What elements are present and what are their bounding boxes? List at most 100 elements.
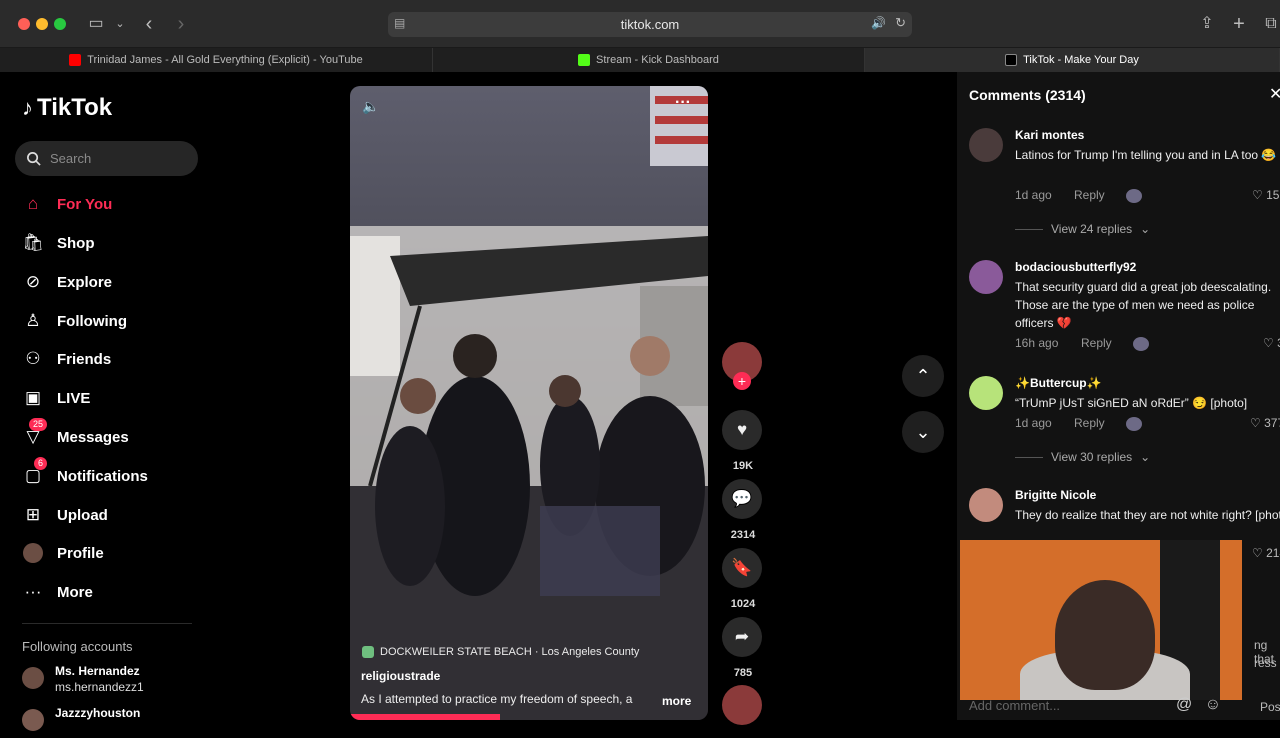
back-icon[interactable]: ‹ [138, 13, 160, 35]
comment-author[interactable]: Brigitte Nicole [1015, 488, 1096, 502]
bookmark-icon[interactable]: 🔖 [722, 548, 762, 588]
share-action[interactable]: ➦ 785 [722, 617, 764, 679]
sidebar-divider [22, 623, 192, 624]
reply-button[interactable]: Reply [1081, 336, 1112, 350]
home-icon: ⌂ [27, 194, 39, 213]
nav-live[interactable]: ▣ LIVE [22, 383, 202, 413]
description-more-button[interactable]: more [662, 694, 691, 708]
tab-youtube[interactable]: Trinidad James - All Gold Everything (Ex… [0, 48, 433, 72]
account-handle: ms.hernandezz1 [55, 680, 144, 694]
comment-author[interactable]: Kari montes [1015, 128, 1084, 142]
nav-friends[interactable]: ⚇ Friends [22, 344, 202, 374]
following-account[interactable]: Jazzzyhouston [22, 706, 192, 738]
reply-button[interactable]: Reply [1074, 416, 1105, 430]
heart-icon[interactable]: ♥ [722, 410, 762, 450]
reply-button[interactable]: Reply [1074, 188, 1105, 202]
avatar[interactable] [969, 488, 1003, 522]
comment-meta: 1d ago Reply [1015, 188, 1142, 203]
share-arrow-icon[interactable]: ➦ [722, 617, 762, 657]
avatar[interactable] [969, 376, 1003, 410]
comment-author[interactable]: bodaciousbutterfly92 [1015, 260, 1136, 274]
nav-following[interactable]: ♙ Following [22, 306, 202, 336]
comment-meta: 16h ago Reply [1015, 336, 1149, 351]
previous-video-button[interactable]: ⌃ [902, 355, 944, 397]
add-comment-input[interactable]: Add comment... [969, 698, 1060, 713]
video-frame [350, 86, 708, 720]
next-video-button[interactable]: ⌄ [902, 411, 944, 453]
more-icon: ··· [24, 582, 42, 601]
notifications-icon: ▢ 6 [22, 457, 48, 487]
tab-tiktok[interactable]: TikTok - Make Your Day [865, 48, 1280, 72]
like-count: 214 [1266, 546, 1280, 560]
emoji-icon[interactable]: ☺ [1205, 696, 1221, 713]
creator-liked-avatar [1133, 337, 1149, 351]
comment-count: 2314 [730, 529, 756, 541]
close-window-button[interactable] [18, 18, 30, 30]
messages-icon: ▽ 25 [22, 418, 48, 448]
comment-like[interactable]: ♡ 3 [1263, 336, 1280, 350]
friends-icon: ⚇ [25, 349, 41, 368]
comment-like[interactable]: ♡ 155 [1252, 188, 1280, 202]
post-button[interactable]: Pos [1260, 700, 1280, 714]
mention-icon[interactable]: @ [1176, 696, 1192, 713]
new-tab-icon[interactable]: + [1228, 13, 1250, 35]
follow-plus-icon[interactable]: + [733, 372, 751, 390]
nav-upload[interactable]: ⊞ Upload [22, 500, 202, 530]
divider-line [1015, 456, 1043, 458]
nav-explore[interactable]: ⊘ Explore [22, 267, 202, 297]
zoom-window-button[interactable] [54, 18, 66, 30]
nav-messages[interactable]: ▽ 25 Messages [22, 418, 202, 452]
location-pin-icon [362, 646, 374, 658]
nav-label: Notifications [57, 467, 148, 485]
nav-more[interactable]: ··· More [22, 577, 202, 607]
forward-icon[interactable]: › [170, 13, 192, 35]
minimize-window-button[interactable] [36, 18, 48, 30]
comments-title: Comments (2314) [969, 87, 1086, 103]
like-count: 19K [732, 460, 754, 472]
comment-action[interactable]: 💬 2314 [722, 479, 764, 541]
view-replies-button[interactable]: View 30 replies ⌄ [1015, 450, 1150, 464]
creator-avatar[interactable]: + [722, 342, 764, 390]
nav-shop[interactable]: 🛍 Shop [22, 228, 202, 258]
comment-like[interactable]: ♡ 377 [1250, 416, 1280, 430]
video-author[interactable]: religioustrade [361, 669, 440, 683]
video-location[interactable]: DOCKWEILER STATE BEACH · Los Angeles Cou… [362, 646, 639, 658]
address-bar[interactable]: ▤ tiktok.com 🔊 ↻ [388, 12, 912, 37]
avatar[interactable] [969, 128, 1003, 162]
following-accounts-title: Following accounts [22, 639, 133, 654]
nav-profile[interactable]: Profile [22, 538, 202, 568]
audio-playing-icon[interactable]: 🔊 [871, 16, 886, 30]
following-account[interactable]: Ms. Hernandez ms.hernandezz1 [22, 664, 192, 696]
webcam-overlay [960, 540, 1242, 700]
tab-bar: Trinidad James - All Gold Everything (Ex… [0, 48, 1280, 72]
video-player[interactable]: 🔈 ··· DOCKWEILER STATE BEACH · Los Angel… [350, 86, 708, 720]
close-icon[interactable]: ✕ [1269, 84, 1280, 104]
sidebar-toggle-icon[interactable]: ▭ [85, 13, 107, 35]
save-action[interactable]: 🔖 1024 [722, 548, 764, 610]
nav-notifications[interactable]: ▢ 6 Notifications [22, 457, 202, 491]
comment-like[interactable]: ♡ 214 [1252, 546, 1280, 560]
tab-overview-icon[interactable]: ⧉ [1260, 13, 1280, 35]
nav-for-you[interactable]: ⌂ For You [22, 189, 202, 219]
view-replies-label: View 30 replies [1051, 450, 1133, 464]
reload-icon[interactable]: ↻ [895, 15, 906, 31]
nav-label: LIVE [57, 389, 91, 407]
chevron-down-icon: ⌄ [1140, 450, 1151, 464]
like-action[interactable]: ♥ 19K [722, 410, 764, 472]
browser-toolbar: ▭ ⌄ ‹ › ▤ tiktok.com 🔊 ↻ ⇪ + ⧉ [0, 0, 1280, 48]
search-placeholder: Search [50, 151, 92, 166]
tab-kick[interactable]: Stream - Kick Dashboard [433, 48, 865, 72]
share-icon[interactable]: ⇪ [1196, 13, 1218, 35]
volume-icon[interactable]: 🔈 [362, 98, 379, 115]
comment-author[interactable]: ✨Buttercup✨ [1015, 376, 1102, 390]
avatar[interactable] [969, 260, 1003, 294]
like-count: 377 [1264, 416, 1280, 430]
chevron-down-icon[interactable]: ⌄ [109, 13, 131, 35]
search-input[interactable]: Search [15, 141, 198, 176]
comment-icon[interactable]: 💬 [722, 479, 762, 519]
person-head [1055, 580, 1155, 690]
tiktok-logo[interactable]: ♪ TikTok [22, 94, 112, 122]
view-replies-button[interactable]: View 24 replies ⌄ [1015, 222, 1150, 236]
music-disc[interactable] [722, 685, 764, 725]
video-more-options-icon[interactable]: ··· [675, 94, 691, 112]
